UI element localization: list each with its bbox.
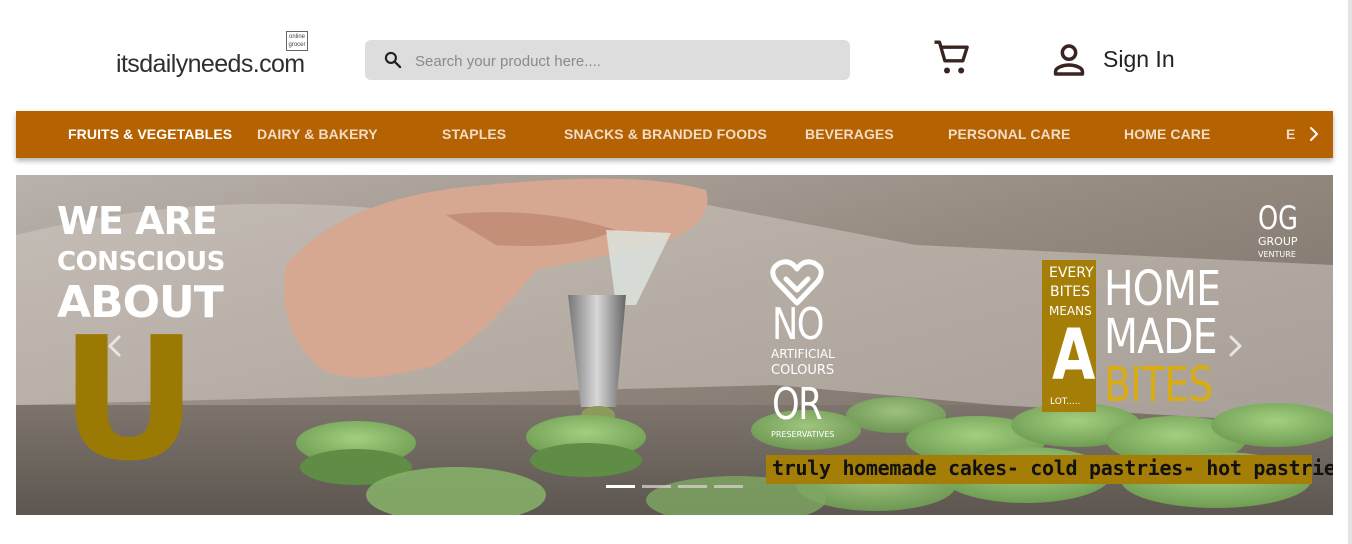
banner-no-subtext-2: COLOURS bbox=[771, 363, 835, 378]
category-personal-care[interactable]: PERSONAL CARE bbox=[948, 126, 1070, 142]
banner-or-subtext: PRESERVATIVES bbox=[771, 430, 835, 439]
sign-in-link[interactable]: Sign In bbox=[1103, 46, 1175, 73]
category-dairy-bakery[interactable]: DAIRY & BAKERY bbox=[257, 126, 378, 142]
banner-tagline-box: truly homemade cakes- cold pastries- hot… bbox=[766, 455, 1333, 484]
banner-headline-line1: WE ARE bbox=[57, 199, 218, 243]
category-fruits-vegetables[interactable]: FRUITS & VEGETABLES bbox=[68, 126, 232, 142]
category-nav: FRUITS & VEGETABLES DAIRY & BAKERY STAPL… bbox=[16, 111, 1333, 158]
logo-text: itsdailyneeds.com bbox=[116, 50, 305, 78]
carousel-dot[interactable] bbox=[714, 485, 743, 488]
banner-og-line2: VENTURE bbox=[1258, 250, 1296, 259]
banner-tagline: truly homemade cakes- cold pastries- hot… bbox=[772, 456, 1333, 480]
hero-banner: WE ARE CONSCIOUS ABOUT U NO ARTIFICIAL C… bbox=[16, 175, 1333, 515]
carousel-dot[interactable] bbox=[642, 485, 671, 488]
banner-headline-letter: U bbox=[60, 301, 199, 499]
category-partial[interactable]: E bbox=[1286, 126, 1295, 142]
banner-no-subtext-1: ARTIFICIAL bbox=[771, 347, 835, 361]
banner-og-line1: GROUP bbox=[1258, 235, 1298, 248]
banner-box-line1: EVERY bbox=[1049, 265, 1094, 281]
banner-no-text: NO bbox=[772, 299, 824, 350]
banner-bites-text: BITES bbox=[1104, 357, 1213, 413]
carousel-next-icon[interactable] bbox=[1224, 331, 1246, 361]
carousel-dot[interactable] bbox=[606, 485, 635, 488]
site-logo[interactable]: itsdailyneeds.com online grocer bbox=[116, 30, 316, 80]
site-header: itsdailyneeds.com online grocer Sign In bbox=[0, 0, 1352, 110]
banner-og-logo: OG bbox=[1258, 199, 1298, 237]
category-beverages[interactable]: BEVERAGES bbox=[805, 126, 894, 142]
banner-box-line2: BITES bbox=[1050, 284, 1091, 300]
search-bar bbox=[365, 40, 850, 80]
banner-headline-line2: CONSCIOUS bbox=[57, 247, 225, 277]
search-icon[interactable] bbox=[383, 50, 403, 70]
cart-icon[interactable] bbox=[932, 38, 972, 78]
carousel-prev-icon[interactable] bbox=[104, 331, 126, 361]
category-home-care[interactable]: HOME CARE bbox=[1124, 126, 1210, 142]
search-input[interactable] bbox=[413, 48, 837, 74]
banner-box-big-letter: A bbox=[1052, 314, 1096, 396]
chevron-right-icon[interactable] bbox=[1307, 125, 1321, 143]
category-staples[interactable]: STAPLES bbox=[442, 126, 506, 142]
user-account-icon[interactable] bbox=[1050, 40, 1088, 78]
carousel-dot[interactable] bbox=[678, 485, 707, 488]
category-snacks-branded-foods[interactable]: SNACKS & BRANDED FOODS bbox=[564, 126, 767, 142]
banner-box-line4: LOT..... bbox=[1050, 397, 1081, 407]
logo-tag: online grocer bbox=[286, 31, 308, 51]
banner-or-text: OR bbox=[772, 379, 823, 430]
